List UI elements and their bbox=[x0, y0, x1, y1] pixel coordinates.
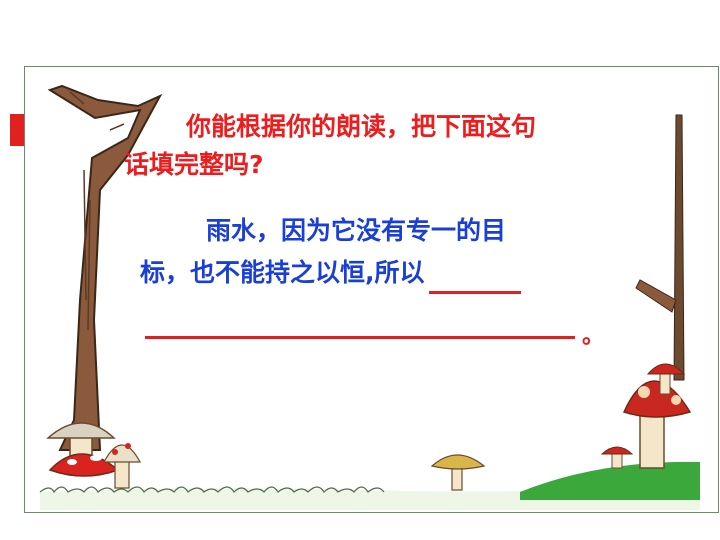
sentence-line-2-text: 标，也不能持之以恒,所以 bbox=[140, 258, 425, 287]
mushrooms-left bbox=[46, 422, 141, 489]
grass-ground bbox=[39, 461, 700, 510]
sentence-line-1: 雨水，因为它没有专一的目 bbox=[206, 216, 507, 245]
answer-blank-1[interactable] bbox=[428, 263, 521, 294]
sentence-line-2: 标，也不能持之以恒,所以 bbox=[140, 258, 521, 294]
question-line-2: 话填完整吗? bbox=[124, 150, 264, 179]
mushroom-middle bbox=[430, 454, 486, 491]
sentence-period: 。 bbox=[582, 324, 605, 349]
fill-in-sentence: 雨水，因为它没有专一的目 标，也不能持之以恒,所以 bbox=[140, 210, 610, 294]
answer-blank-2[interactable] bbox=[145, 336, 575, 339]
question-text: 你能根据你的朗读，把下面这句 话填完整吗? bbox=[124, 108, 644, 184]
question-line-1: 你能根据你的朗读，把下面这句 bbox=[186, 112, 537, 141]
